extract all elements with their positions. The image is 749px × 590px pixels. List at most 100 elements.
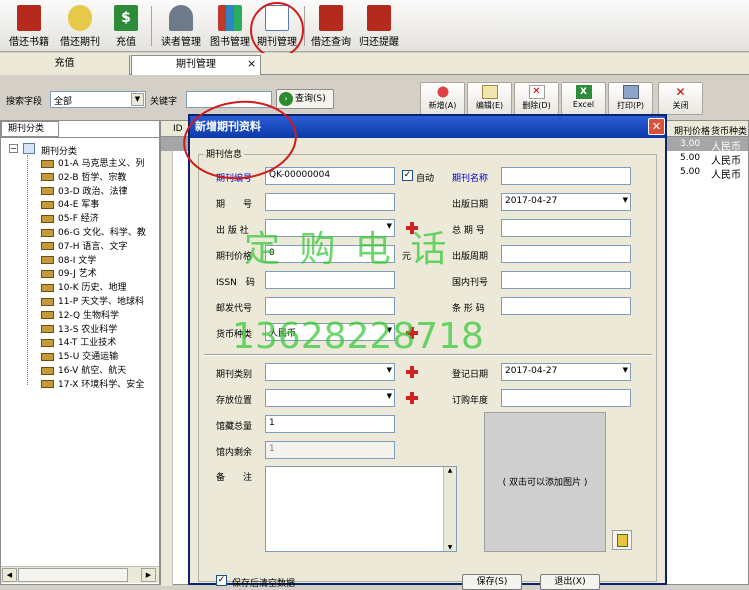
- barcode-field[interactable]: [501, 297, 631, 315]
- save-button[interactable]: 保存(S): [462, 574, 522, 590]
- toolbar-label: 充值: [116, 37, 136, 48]
- pubdate-picker[interactable]: 2017-04-27 ▼: [501, 193, 631, 211]
- tree-item-label: 07-H 语言、文字: [58, 241, 128, 252]
- chevron-down-icon[interactable]: ▼: [623, 366, 628, 374]
- grid-col-price[interactable]: 期刊价格: [674, 124, 710, 137]
- print-button-label: 打印(P): [616, 101, 645, 110]
- publisher-select[interactable]: ▼: [265, 219, 395, 237]
- dialog-close-icon[interactable]: ✕: [648, 118, 665, 135]
- tree-item[interactable]: 03-D 政治、法律: [41, 186, 128, 199]
- toolbar-reader-manage-button[interactable]: 读者管理: [157, 3, 205, 51]
- printer-icon: [622, 85, 639, 99]
- currency-select[interactable]: 人民币 ▼: [265, 323, 395, 341]
- toolbar-loan-query-button[interactable]: 借还查询: [308, 3, 354, 51]
- postal-label: 邮发代号: [216, 304, 253, 314]
- stock-label: 馆藏总量: [216, 422, 253, 432]
- chevron-down-icon[interactable]: ▼: [387, 222, 392, 230]
- location-label: 存放位置: [216, 396, 253, 406]
- scroll-down-icon[interactable]: ▼: [444, 544, 456, 551]
- chevron-down-icon[interactable]: ▼: [387, 326, 392, 334]
- remark-textarea[interactable]: ▲ ▼: [265, 466, 457, 552]
- stock-field[interactable]: 1: [265, 415, 395, 433]
- tree-item[interactable]: 02-B 哲学、宗教: [41, 172, 126, 185]
- cycle-label: 出版周期: [452, 252, 489, 262]
- toolbar-reminder-button[interactable]: 归还提醒: [356, 3, 402, 51]
- scroll-right-icon[interactable]: ▶: [141, 568, 156, 582]
- tree-item[interactable]: 12-Q 生物科学: [41, 310, 119, 323]
- books-icon: [218, 5, 242, 31]
- tree-item[interactable]: 05-F 经济: [41, 213, 99, 226]
- category-select[interactable]: ▼: [265, 363, 395, 381]
- chevron-down-icon[interactable]: ▼: [623, 196, 628, 204]
- tree-item[interactable]: 01-A 马克思主义、列: [41, 158, 145, 171]
- issue-field[interactable]: [265, 193, 395, 211]
- add-category-icon[interactable]: [406, 366, 418, 378]
- category-tab[interactable]: 期刊分类: [1, 121, 59, 137]
- tree-item[interactable]: 11-P 天文学、地球科: [41, 296, 144, 309]
- tree-root-label[interactable]: 期刊分类: [41, 144, 77, 157]
- search-field-select[interactable]: 全部 ▼: [50, 91, 146, 108]
- scroll-thumb[interactable]: [18, 568, 128, 582]
- exit-button[interactable]: 退出(X): [540, 574, 600, 590]
- collapse-toggle-icon[interactable]: −: [9, 144, 18, 153]
- domestic-field[interactable]: [501, 271, 631, 289]
- scroll-left-icon[interactable]: ◀: [2, 568, 17, 582]
- toolbar-book-manage-button[interactable]: 图书管理: [206, 3, 254, 51]
- book-icon: [41, 269, 54, 278]
- location-select[interactable]: ▼: [265, 389, 395, 407]
- tree-item[interactable]: 10-K 历史、地理: [41, 282, 126, 295]
- grid-col-currency[interactable]: 货币种类: [711, 124, 747, 137]
- auto-checkbox[interactable]: ✓: [402, 170, 413, 181]
- price-field[interactable]: 0: [265, 245, 395, 263]
- tree-item[interactable]: 15-U 交通运输: [41, 351, 118, 364]
- tree-item[interactable]: 04-E 军事: [41, 199, 99, 212]
- tree-item[interactable]: 14-T 工业技术: [41, 337, 116, 350]
- tree-item[interactable]: 17-X 环境科学、安全: [41, 379, 144, 392]
- excel-button[interactable]: X Excel: [561, 82, 606, 115]
- remark-scrollbar[interactable]: ▲ ▼: [443, 467, 456, 551]
- regdate-picker[interactable]: 2017-04-27 ▼: [501, 363, 631, 381]
- print-button[interactable]: 打印(P): [608, 82, 653, 115]
- subyear-field[interactable]: [501, 389, 631, 407]
- toolbar-journal-return-button[interactable]: 借还期刊: [55, 3, 105, 51]
- add-location-icon[interactable]: [406, 392, 418, 404]
- toolbar-book-return-button[interactable]: 借还书籍: [4, 3, 54, 51]
- chevron-down-icon[interactable]: ▼: [387, 366, 392, 374]
- tree-item[interactable]: 08-I 文学: [41, 255, 96, 268]
- total-issue-field[interactable]: [501, 219, 631, 237]
- tree-item[interactable]: 06-G 文化、科学、教: [41, 227, 146, 240]
- tree-item[interactable]: 07-H 语言、文字: [41, 241, 127, 254]
- image-load-button[interactable]: [612, 530, 632, 550]
- clear-after-save-checkbox[interactable]: ✓: [216, 575, 227, 586]
- tree-item-label: 04-E 军事: [58, 200, 100, 211]
- dollar-icon: $: [114, 5, 138, 31]
- readers-icon: [169, 5, 193, 31]
- chevron-down-icon[interactable]: ▼: [131, 93, 144, 106]
- add-publisher-icon[interactable]: [406, 222, 418, 234]
- tab-close-icon[interactable]: ×: [247, 57, 256, 70]
- horizontal-scrollbar[interactable]: ◀ ▶: [1, 566, 159, 583]
- add-icon: [434, 85, 451, 99]
- tab-recharge[interactable]: 充值: [0, 55, 130, 75]
- category-panel: 期刊分类 − 期刊分类 01-A 马克思主义、列 02-B 哲学、宗教 03-D 政…: [0, 120, 160, 585]
- add-currency-icon[interactable]: [406, 327, 418, 339]
- delete-button[interactable]: ✕ 删除(D): [514, 82, 559, 115]
- chevron-down-icon[interactable]: ▼: [387, 392, 392, 400]
- book-icon: [41, 338, 54, 347]
- tree-item[interactable]: 09-J 艺术: [41, 268, 97, 281]
- image-dropzone[interactable]: ( 双击可以添加图片 ): [484, 412, 606, 552]
- tree-item[interactable]: 16-V 航空、航天: [41, 365, 126, 378]
- issn-field[interactable]: [265, 271, 395, 289]
- close-button[interactable]: ✕ 关闭: [658, 82, 703, 115]
- search-book-icon: [319, 5, 343, 31]
- edit-button[interactable]: 编辑(E): [467, 82, 512, 115]
- name-field[interactable]: [501, 167, 631, 185]
- scroll-up-icon[interactable]: ▲: [444, 467, 456, 474]
- row-selector-column: [161, 137, 173, 586]
- cycle-field[interactable]: [501, 245, 631, 263]
- postal-field[interactable]: [265, 297, 395, 315]
- tab-journal-manage[interactable]: 期刊管理: [131, 55, 261, 75]
- toolbar-recharge-button[interactable]: $ 充值: [108, 3, 144, 51]
- add-button[interactable]: 新增(A): [420, 82, 465, 115]
- tree-item[interactable]: 13-S 农业科学: [41, 324, 117, 337]
